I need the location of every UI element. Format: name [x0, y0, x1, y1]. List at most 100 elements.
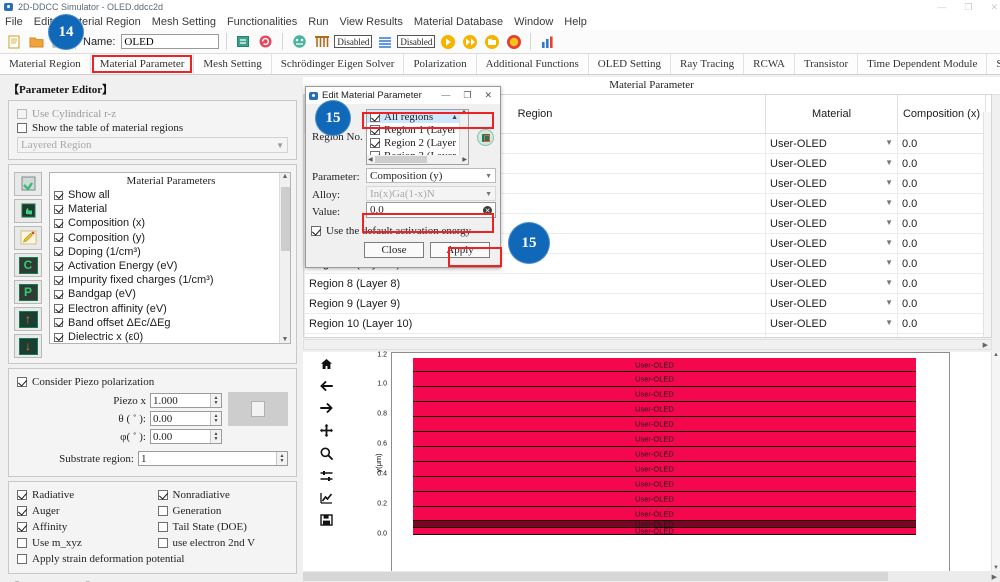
close-button[interactable]: ✕ — [990, 0, 998, 14]
list-item[interactable]: Bandgap (eV) — [54, 287, 288, 301]
scroll-right-icon[interactable]: ▶ — [983, 341, 988, 349]
material-parameters-list[interactable]: Material Parameters Show all Material Co… — [49, 172, 291, 344]
window-controls[interactable]: — ❐ ✕ — [937, 0, 998, 14]
region-list-item-1[interactable]: Region 1 (Layer 1 — [367, 123, 468, 136]
stepper-arrows-icon[interactable]: ▲ ▼ — [210, 394, 221, 407]
use-cylindrical-checkbox[interactable]: Use Cylindrical r-z — [17, 108, 288, 120]
list-item[interactable]: Dielectric x (ε0) — [54, 330, 288, 343]
cell-material[interactable]: User-OLED ▼ — [765, 253, 898, 274]
cell-material[interactable]: User-OLED ▼ — [765, 293, 898, 314]
layer-bar[interactable]: User-OLED — [413, 447, 916, 462]
layer-bar[interactable]: User-OLED — [413, 402, 916, 417]
cell-composition-x[interactable]: 0.0 — [897, 313, 986, 334]
region-list[interactable]: All regions ▲ Region 1 (Layer 1 Region 2… — [366, 109, 469, 165]
theta-stepper[interactable]: 0.00 ▲ ▼ — [150, 411, 222, 426]
stepper-arrows-icon[interactable]: ▲ ▼ — [210, 412, 221, 425]
consider-piezo-checkbox[interactable]: Consider Piezo polarization — [17, 376, 288, 388]
list-item[interactable]: Electron affinity (eV) — [54, 302, 288, 316]
menu-material-database[interactable]: Material Database — [414, 16, 503, 28]
dialog-close-button[interactable]: ✕ — [484, 90, 492, 101]
cell-region[interactable]: Region 8 (Layer 8) — [304, 273, 766, 294]
scrollbar-thumb[interactable] — [303, 572, 889, 581]
phi-stepper[interactable]: 0.00 ▲ ▼ — [150, 429, 222, 444]
cell-region[interactable]: Region 9 (Layer 9) — [304, 293, 766, 314]
cell-composition-x[interactable]: 0.0 — [897, 153, 986, 174]
flag-affinity[interactable]: Affinity — [17, 521, 148, 533]
layer-bar[interactable]: User-OLED — [413, 432, 916, 447]
layer-bar[interactable]: User-OLED — [413, 477, 916, 492]
layer-bar[interactable]: User-OLED — [413, 527, 916, 536]
chevron-down-icon[interactable]: ▼ — [485, 172, 492, 180]
clear-icon[interactable]: ✕ — [483, 206, 492, 215]
list-item[interactable]: Doping (1/cm³) — [54, 245, 288, 259]
cell-region[interactable]: Region 11 (Layer 11) — [304, 333, 766, 337]
copy-c-icon[interactable]: C — [14, 253, 42, 277]
reload-icon[interactable] — [256, 32, 275, 51]
flag-radiative[interactable]: Radiative — [17, 489, 148, 501]
menu-view-results[interactable]: View Results — [339, 16, 402, 28]
tab-transistor[interactable]: Transistor — [795, 54, 859, 74]
cell-composition-x[interactable]: 0.0 — [897, 273, 986, 294]
pan-icon[interactable] — [319, 424, 333, 440]
open-folder-icon[interactable] — [27, 32, 46, 51]
plot-horizontal-scrollbar[interactable]: ▶ — [303, 571, 1000, 582]
menu-run[interactable]: Run — [308, 16, 328, 28]
table-row[interactable]: Region 9 (Layer 9) User-OLED▼ 0.0 0.0 0.… — [304, 293, 991, 314]
mesh-icon[interactable] — [290, 32, 309, 51]
tab-solar-cell[interactable]: Solar Cell — [987, 54, 1000, 74]
stepper-arrows-icon[interactable]: ▲ ▼ — [210, 430, 221, 443]
tab-material-parameter[interactable]: Material Parameter — [91, 54, 195, 74]
cell-composition-x[interactable]: 0.0 — [897, 133, 986, 154]
scroll-right-icon[interactable]: ▶ — [462, 156, 467, 163]
show-table-checkbox[interactable]: Show the table of material regions — [17, 122, 288, 134]
chevron-down-icon[interactable]: ▼ — [885, 238, 893, 247]
edit-curves-icon[interactable] — [319, 492, 333, 507]
scrollbar-thumb[interactable] — [281, 187, 290, 251]
cell-material[interactable]: User-OLED ▼ — [765, 233, 898, 254]
export-icon[interactable] — [482, 32, 501, 51]
cell-composition-x[interactable]: 0.0 — [897, 233, 986, 254]
substrate-region-stepper[interactable]: 1 ▲ ▼ — [138, 451, 288, 466]
structure-plot-canvas[interactable]: y(μm) 1.2 1.0 0.8 0.6 0.4 0.2 0.0 User-O… — [374, 352, 950, 574]
cell-region[interactable]: Region 10 (Layer 10) — [304, 313, 766, 334]
menu-help[interactable]: Help — [564, 16, 587, 28]
new-document-icon[interactable] — [5, 32, 24, 51]
minimize-button[interactable]: — — [937, 0, 946, 14]
scroll-right-icon[interactable]: ▶ — [992, 573, 997, 581]
scrollbar-thumb[interactable] — [375, 156, 427, 163]
cell-composition-x[interactable]: 0.0 — [897, 173, 986, 194]
close-button[interactable]: Close — [364, 242, 424, 258]
cell-material[interactable]: User-OLED ▼ — [765, 193, 898, 214]
paste-p-icon[interactable]: P — [14, 280, 42, 304]
value-input[interactable]: 0.0 ✕ — [366, 202, 496, 218]
tab-polarization[interactable]: Polarization — [404, 54, 477, 74]
list-item[interactable]: Band offset ΔEc/ΔEg — [54, 316, 288, 330]
region-list-item-all[interactable]: All regions ▲ — [367, 110, 468, 123]
cell-composition-x[interactable]: 0.0 — [897, 213, 986, 234]
list-item[interactable]: Composition (x) — [54, 216, 288, 230]
list-item[interactable]: Composition (y) — [54, 231, 288, 245]
layer-bar[interactable]: User-OLED — [413, 387, 916, 402]
chevron-down-icon[interactable]: ▼ — [885, 318, 893, 327]
menu-file[interactable]: File — [5, 16, 23, 28]
maximize-button[interactable]: ❐ — [964, 0, 972, 14]
dialog-window-controls[interactable]: — ❐ ✕ — [441, 90, 497, 101]
chevron-down-icon[interactable]: ▼ — [885, 198, 893, 207]
cell-material[interactable]: User-OLED ▼ — [765, 313, 898, 334]
home-icon[interactable] — [320, 358, 333, 373]
save-figure-icon[interactable] — [319, 514, 333, 529]
cell-composition-x[interactable]: 0.0 — [897, 293, 986, 314]
dialog-maximize-button[interactable]: ❐ — [463, 90, 471, 101]
flag-generation[interactable]: Generation — [157, 505, 289, 517]
forward-arrow-icon[interactable] — [319, 402, 333, 417]
stepper-arrows-icon[interactable]: ▲ ▼ — [276, 452, 287, 465]
chevron-down-icon[interactable]: ▼ — [885, 278, 893, 287]
chart-icon[interactable] — [538, 32, 557, 51]
table-row[interactable]: Region 10 (Layer 10) User-OLED▼ 0.0 0.0 … — [304, 313, 991, 334]
list-icon[interactable] — [375, 32, 394, 51]
layer-bar[interactable]: User-OLED — [413, 372, 916, 387]
menu-mesh-setting[interactable]: Mesh Setting — [152, 16, 216, 28]
layered-region-select[interactable]: Layered Region ▼ — [17, 137, 288, 153]
cell-material[interactable]: User-OLED ▼ — [765, 173, 898, 194]
dialog-minimize-button[interactable]: — — [441, 90, 450, 101]
